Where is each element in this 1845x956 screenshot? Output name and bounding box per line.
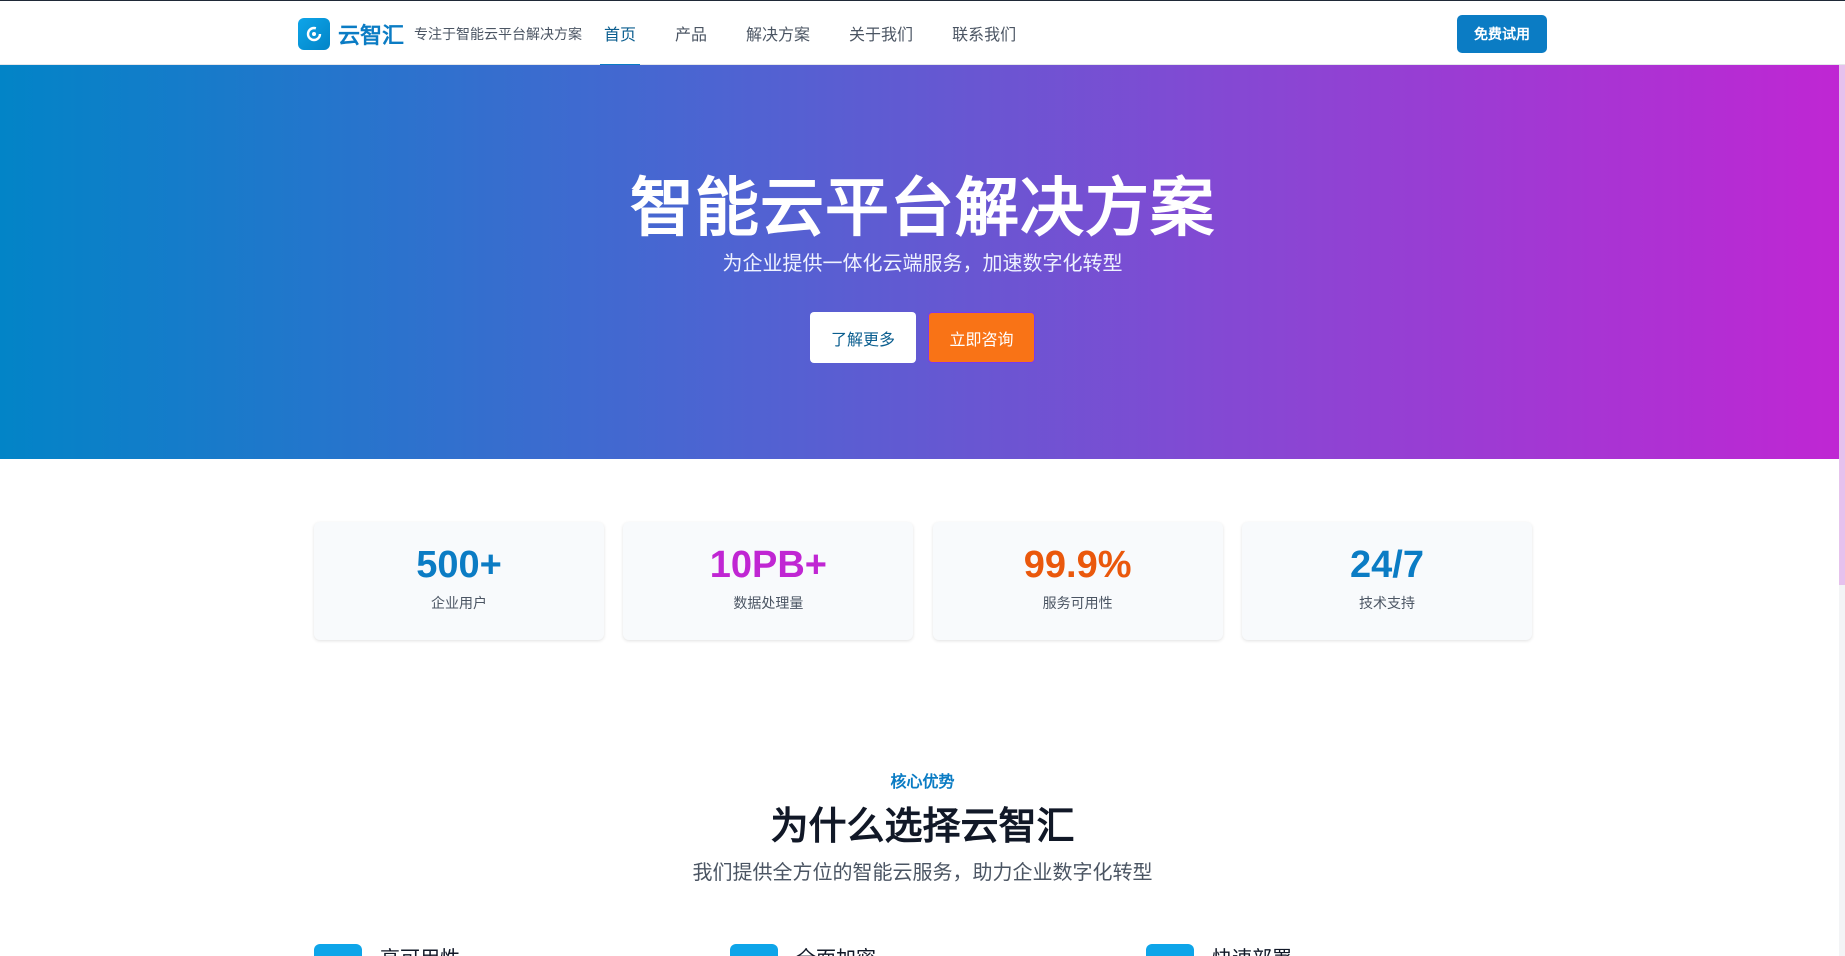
hero-subtitle: 为企业提供一体化云端服务，加速数字化转型 bbox=[722, 253, 1123, 275]
availability-icon bbox=[314, 944, 362, 956]
stat-label: 服务可用性 bbox=[1042, 595, 1113, 611]
brand-tagline: 专注于智能云平台解决方案 bbox=[414, 26, 583, 42]
page-scrollbar[interactable] bbox=[1839, 65, 1845, 956]
hero-actions: 了解更多 立即咨询 bbox=[0, 312, 1845, 363]
feature-fast-deploy: 快速部署 bbox=[1146, 944, 1292, 956]
cloud-logo-icon bbox=[298, 18, 330, 50]
section-title: 为什么选择云智汇 bbox=[770, 806, 1075, 848]
site-header: 云智汇 专注于智能云平台解决方案 首页 产品 解决方案 关于我们 联系我们 免费… bbox=[0, 1, 1845, 66]
deploy-icon bbox=[1146, 944, 1194, 956]
hero-title: 智能云平台解决方案 bbox=[630, 172, 1215, 244]
stats-row: 500+ 企业用户 10PB+ 数据处理量 99.9% 服务可用性 24/7 技… bbox=[314, 522, 1532, 640]
stat-card-users: 500+ 企业用户 bbox=[314, 522, 604, 640]
stat-value: 10PB+ bbox=[709, 544, 827, 586]
feature-high-availability: 高可用性 bbox=[314, 944, 460, 956]
hero-banner: 智能云平台解决方案 为企业提供一体化云端服务，加速数字化转型 了解更多 立即咨询 bbox=[0, 65, 1845, 459]
stat-value: 99.9% bbox=[1023, 544, 1132, 586]
brand-name: 云智汇 bbox=[338, 23, 405, 48]
nav-products[interactable]: 产品 bbox=[663, 1, 719, 65]
nav-solutions[interactable]: 解决方案 bbox=[734, 1, 822, 65]
nav-about[interactable]: 关于我们 bbox=[837, 1, 925, 65]
stat-label: 企业用户 bbox=[431, 595, 487, 611]
nav-home[interactable]: 首页 bbox=[592, 1, 648, 66]
stat-card-support: 24/7 技术支持 bbox=[1241, 522, 1532, 640]
section-kicker: 核心优势 bbox=[890, 774, 955, 791]
section-subtitle: 我们提供全方位的智能云服务，助力企业数字化转型 bbox=[692, 862, 1153, 884]
features-row: 高可用性 全面加密 快速部署 bbox=[314, 944, 1532, 956]
stat-label: 数据处理量 bbox=[733, 595, 804, 611]
feature-encryption: 全面加密 bbox=[730, 944, 876, 956]
main-nav: 首页 产品 解决方案 关于我们 联系我们 bbox=[592, 1, 1043, 66]
stat-card-availability: 99.9% 服务可用性 bbox=[932, 522, 1223, 640]
logo[interactable]: 云智汇 专注于智能云平台解决方案 bbox=[298, 17, 582, 51]
stat-value: 24/7 bbox=[1350, 544, 1424, 586]
feature-title: 快速部署 bbox=[1212, 942, 1292, 956]
encryption-icon bbox=[730, 944, 778, 956]
scrollbar-thumb[interactable] bbox=[1839, 65, 1845, 585]
free-trial-button[interactable]: 免费试用 bbox=[1457, 15, 1547, 53]
stat-label: 技术支持 bbox=[1358, 595, 1415, 611]
feature-title: 全面加密 bbox=[796, 942, 876, 956]
nav-contact[interactable]: 联系我们 bbox=[940, 1, 1028, 65]
stat-value: 500+ bbox=[416, 544, 502, 586]
learn-more-button[interactable]: 了解更多 bbox=[810, 312, 916, 363]
consult-now-button[interactable]: 立即咨询 bbox=[928, 312, 1035, 363]
page: 云智汇 专注于智能云平台解决方案 首页 产品 解决方案 关于我们 联系我们 免费… bbox=[0, 0, 1845, 956]
feature-title: 高可用性 bbox=[380, 942, 460, 956]
stat-card-data: 10PB+ 数据处理量 bbox=[623, 522, 914, 640]
